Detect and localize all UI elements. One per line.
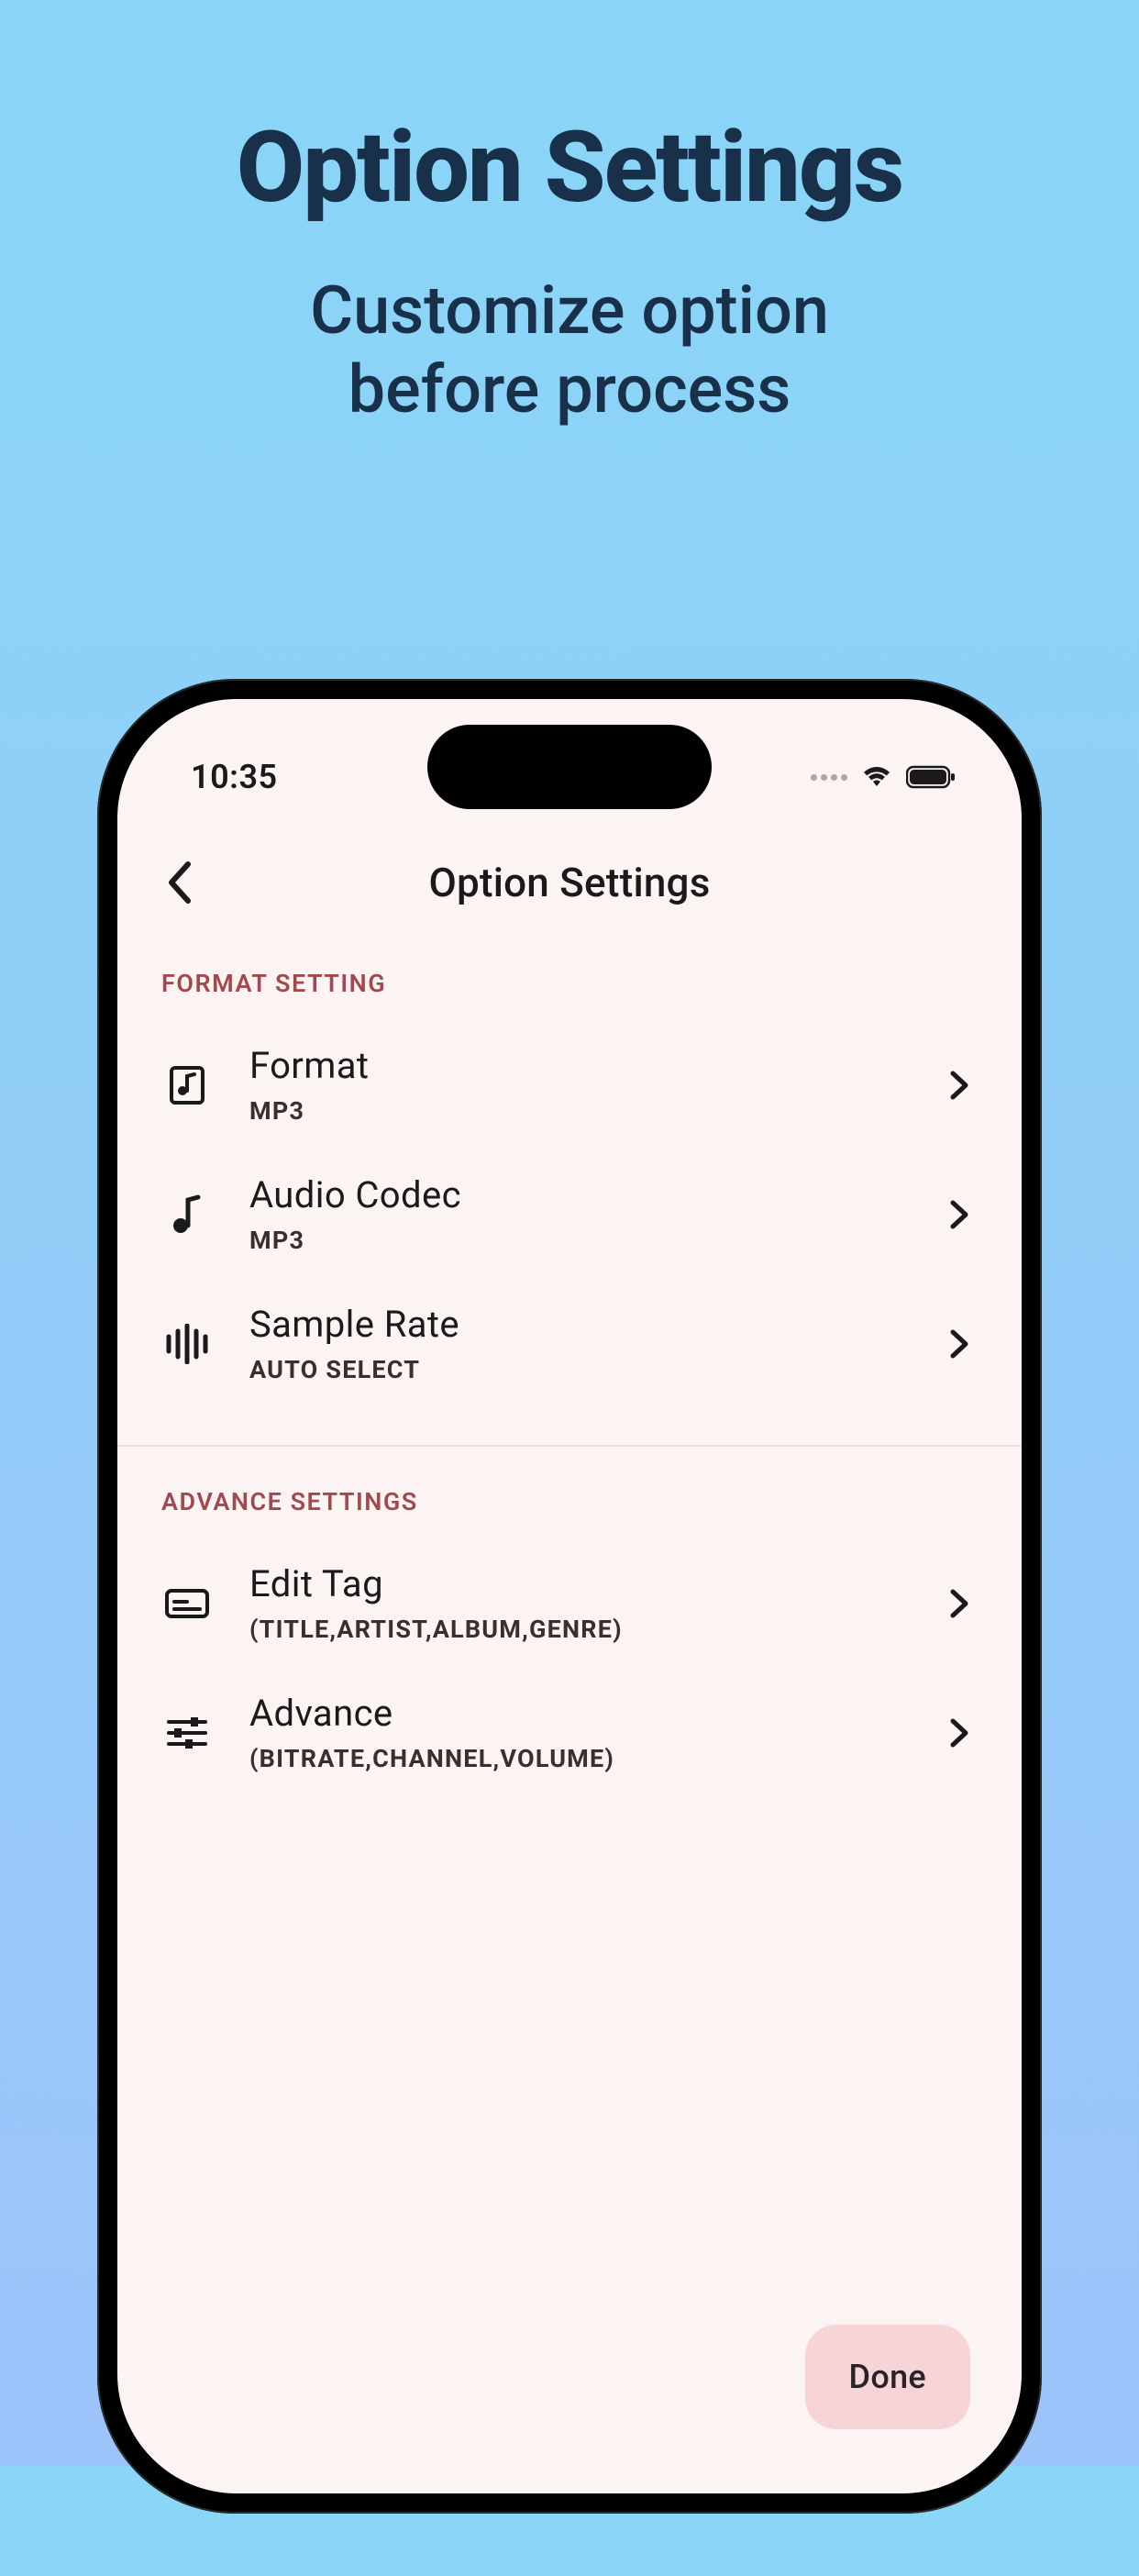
cellular-dots-icon — [811, 774, 847, 781]
done-button[interactable]: Done — [805, 2325, 970, 2429]
row-edit-tag-value: (TITLE,ARTIST,ALBUM,GENRE) — [249, 1615, 904, 1644]
sliders-icon — [161, 1707, 213, 1759]
chevron-right-icon — [941, 1715, 978, 1751]
row-sample-rate-value: AUTO SELECT — [249, 1355, 904, 1384]
phone-screen: 10:35 Option — [117, 699, 1022, 2493]
row-advance[interactable]: Advance (BITRATE,CHANNEL,VOLUME) — [117, 1668, 1022, 1797]
chevron-left-icon — [166, 861, 194, 905]
promo-title: Option Settings — [0, 110, 1139, 226]
file-audio-icon — [161, 1060, 213, 1111]
nav-title: Option Settings — [428, 859, 710, 906]
wifi-icon — [860, 764, 893, 790]
tag-card-icon — [161, 1578, 213, 1629]
row-codec-value: MP3 — [249, 1226, 904, 1255]
phone-frame: 10:35 Option — [97, 679, 1042, 2514]
chevron-right-icon — [941, 1067, 978, 1104]
row-edit-tag[interactable]: Edit Tag (TITLE,ARTIST,ALBUM,GENRE) — [117, 1538, 1022, 1668]
promo-subtitle-line1: Customize option — [310, 272, 829, 350]
music-note-icon — [161, 1189, 213, 1240]
row-sample-rate[interactable]: Sample Rate AUTO SELECT — [117, 1279, 1022, 1408]
chevron-right-icon — [941, 1326, 978, 1362]
waveform-icon — [161, 1318, 213, 1370]
section-label-advance: ADVANCE SETTINGS — [117, 1447, 1022, 1538]
row-sample-rate-title: Sample Rate — [249, 1303, 904, 1346]
battery-icon — [906, 764, 957, 790]
row-format[interactable]: Format MP3 — [117, 1020, 1022, 1149]
status-indicators — [811, 764, 957, 790]
row-advance-value: (BITRATE,CHANNEL,VOLUME) — [249, 1744, 904, 1773]
row-edit-tag-title: Edit Tag — [249, 1562, 904, 1605]
status-time: 10:35 — [191, 758, 278, 796]
section-label-format: FORMAT SETTING — [117, 928, 1022, 1020]
chevron-right-icon — [941, 1585, 978, 1622]
nav-header: Option Settings — [117, 837, 1022, 928]
row-format-value: MP3 — [249, 1096, 904, 1126]
back-button[interactable] — [152, 855, 207, 910]
row-codec-title: Audio Codec — [249, 1173, 904, 1216]
promo-subtitle: Customize option before process — [0, 272, 1139, 430]
chevron-right-icon — [941, 1196, 978, 1233]
row-format-title: Format — [249, 1044, 904, 1087]
dynamic-island — [427, 725, 712, 809]
promo-subtitle-line2: before process — [348, 350, 791, 428]
row-audio-codec[interactable]: Audio Codec MP3 — [117, 1149, 1022, 1279]
row-advance-title: Advance — [249, 1692, 904, 1735]
